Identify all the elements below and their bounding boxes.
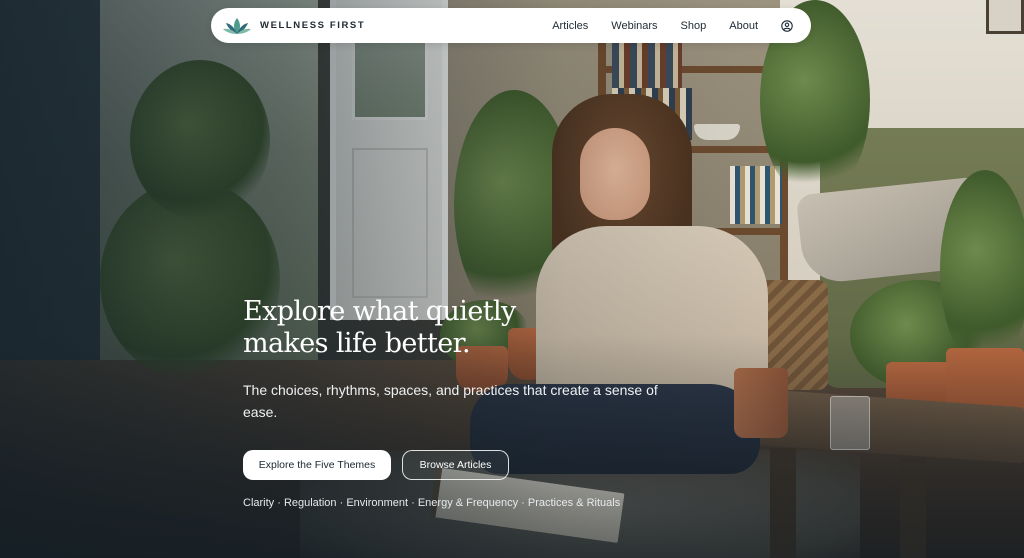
brand[interactable]: WELLNESS FIRST: [223, 16, 365, 36]
nav-link-shop[interactable]: Shop: [681, 20, 707, 32]
top-navigation: WELLNESS FIRST Articles Webinars Shop Ab…: [211, 8, 811, 43]
hero-gradient-overlay: [0, 0, 1024, 558]
nav-link-about[interactable]: About: [729, 20, 758, 32]
nav-link-webinars[interactable]: Webinars: [611, 20, 657, 32]
lotus-icon: [223, 17, 251, 34]
headline-line-2: makes life better.: [243, 328, 471, 359]
hero-background-image: [0, 0, 1024, 558]
hero-headline: Explore what quietly makes life better.: [243, 296, 543, 360]
themes-list: Clarity · Regulation · Environment · Ene…: [243, 497, 621, 509]
user-circle-icon[interactable]: [781, 19, 793, 32]
hero-subheading: The choices, rhythms, spaces, and practi…: [243, 382, 658, 420]
nav-links: Articles Webinars Shop About: [552, 20, 793, 32]
nav-link-articles[interactable]: Articles: [552, 20, 588, 32]
explore-themes-button[interactable]: Explore the Five Themes: [243, 450, 391, 480]
browse-articles-button[interactable]: Browse Articles: [402, 450, 509, 480]
headline-line-1: Explore what quietly: [243, 296, 516, 327]
brand-name: WELLNESS FIRST: [260, 20, 366, 31]
